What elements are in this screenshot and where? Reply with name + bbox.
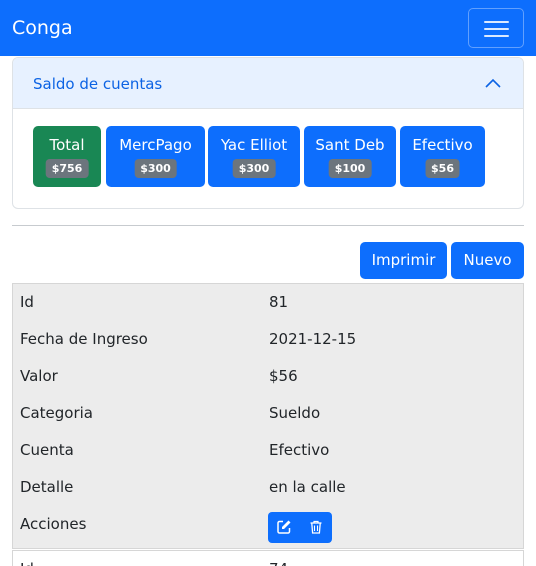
account-button-total[interactable]: Total $756 bbox=[33, 126, 101, 187]
delete-button[interactable] bbox=[300, 512, 332, 543]
navbar: Conga bbox=[0, 0, 536, 56]
accordion-header[interactable]: Saldo de cuentas bbox=[13, 58, 523, 109]
detail-value: en la calle bbox=[269, 478, 346, 496]
amount-value: $56 bbox=[269, 367, 298, 385]
edit-button[interactable] bbox=[268, 512, 300, 543]
account-button-yac-elliot[interactable]: Yac Elliot $300 bbox=[208, 126, 300, 187]
category-label: Categoria bbox=[20, 404, 94, 422]
actions-label: Acciones bbox=[20, 515, 87, 533]
account-balance-badge: $56 bbox=[425, 159, 460, 178]
brand[interactable]: Conga bbox=[12, 15, 73, 41]
print-button[interactable]: Imprimir bbox=[360, 242, 447, 279]
account-balance-badge: $300 bbox=[232, 159, 276, 178]
amount-label: Valor bbox=[20, 367, 58, 385]
account-label: Total bbox=[49, 136, 85, 154]
divider bbox=[12, 225, 524, 226]
account-balance-badge: $300 bbox=[134, 159, 177, 178]
accordion-title: Saldo de cuentas bbox=[33, 75, 163, 93]
record-card: Id 81 Fecha de Ingreso 2021-12-15 Valor … bbox=[12, 283, 524, 549]
id-value: 74 bbox=[269, 559, 288, 566]
account-label: MercPago bbox=[119, 136, 192, 154]
date-label: Fecha de Ingreso bbox=[20, 330, 148, 348]
account-button-sant-deb[interactable]: Sant Deb $100 bbox=[304, 126, 396, 187]
accounts-accordion: Saldo de cuentas Total $756 MercPago $30… bbox=[12, 57, 524, 209]
account-label: Efectivo bbox=[412, 136, 473, 154]
trash-icon bbox=[310, 520, 322, 534]
date-value: 2021-12-15 bbox=[269, 330, 357, 348]
account-button-mercpago[interactable]: MercPago $300 bbox=[106, 126, 205, 187]
id-label: Id bbox=[20, 559, 34, 566]
id-value: 81 bbox=[269, 293, 289, 311]
account-label: Sant Deb bbox=[315, 136, 385, 154]
account-label: Yac Elliot bbox=[220, 136, 288, 154]
category-value: Sueldo bbox=[269, 404, 321, 422]
id-label: Id bbox=[20, 293, 34, 311]
account-balance-badge: $756 bbox=[45, 159, 89, 178]
edit-icon bbox=[277, 520, 291, 534]
record-card: Id 74 bbox=[12, 550, 524, 566]
chevron-up-icon bbox=[485, 78, 501, 88]
account-button-efectivo[interactable]: Efectivo $56 bbox=[400, 126, 485, 187]
detail-label: Detalle bbox=[20, 478, 74, 496]
account-balance-badge: $100 bbox=[328, 159, 372, 178]
account-label: Cuenta bbox=[20, 441, 74, 459]
account-value: Efectivo bbox=[269, 441, 330, 459]
new-button[interactable]: Nuevo bbox=[451, 242, 524, 279]
menu-toggle-button[interactable] bbox=[468, 8, 524, 48]
